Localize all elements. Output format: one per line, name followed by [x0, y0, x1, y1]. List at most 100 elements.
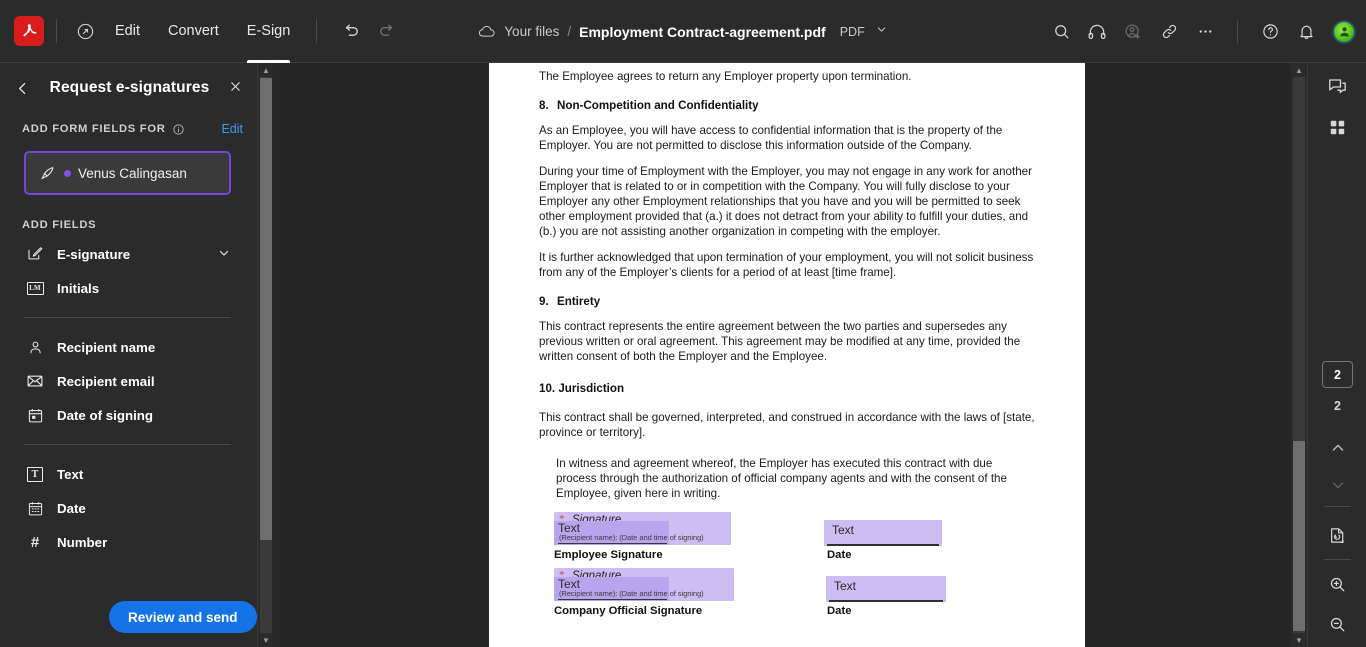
tab-edit-label: Edit	[115, 23, 140, 39]
person-icon	[26, 339, 44, 356]
field-item-recipient-email-label: Recipient email	[57, 373, 155, 389]
file-type-label: PDF	[839, 24, 865, 39]
form-field-date[interactable]: Text	[824, 519, 942, 546]
more-options-icon[interactable]	[1189, 16, 1221, 48]
toolbar-divider-3	[1237, 19, 1238, 44]
hash-icon: #	[30, 533, 40, 551]
form-field-date[interactable]: Text	[826, 575, 946, 602]
signature-caption: Employee Signature	[554, 548, 663, 561]
recipient-date-hint: (Recipient name): (Date and time of sign…	[559, 532, 704, 542]
request-esignatures-panel: Request e-signatures ADD FORM FIELDS FOR…	[0, 63, 258, 647]
field-item-text[interactable]: T Text	[0, 457, 257, 491]
panel-divider-1	[24, 317, 231, 318]
chevron-up-icon[interactable]	[1321, 431, 1354, 464]
tab-esign[interactable]: E-Sign	[233, 0, 305, 63]
pdf-page-content: The Employee agrees to return any Employ…	[489, 63, 1085, 624]
edit-recipients-link[interactable]: Edit	[221, 122, 243, 136]
pdf-page: The Employee agrees to return any Employ…	[489, 63, 1085, 647]
field-item-recipient-name[interactable]: Recipient name	[0, 330, 257, 364]
field-underline	[829, 600, 943, 602]
tab-convert[interactable]: Convert	[154, 0, 233, 63]
envelope-icon	[26, 372, 44, 390]
zoom-out-icon[interactable]	[1321, 608, 1354, 641]
chevron-down-icon[interactable]	[875, 23, 888, 41]
doc-heading-text: Entirety	[557, 295, 601, 309]
review-and-send-button[interactable]: Review and send	[109, 601, 257, 633]
chevron-down-icon[interactable]	[217, 246, 231, 263]
field-item-date[interactable]: Date	[0, 491, 257, 525]
comment-icon[interactable]	[1321, 70, 1354, 103]
toolbar-divider-2	[316, 19, 318, 43]
top-toolbar: Edit Convert E-Sign Your files / Employm…	[0, 0, 1366, 63]
recipient-selector[interactable]: Venus Calingasan	[24, 151, 231, 195]
apps-grid-icon[interactable]	[1321, 111, 1354, 144]
field-item-esignature[interactable]: E-signature	[0, 237, 257, 271]
info-icon[interactable]	[172, 123, 185, 136]
undo-icon[interactable]	[335, 15, 367, 47]
add-form-fields-label-text: ADD FORM FIELDS FOR	[22, 123, 166, 135]
chevron-down-icon[interactable]	[1321, 468, 1354, 501]
panel-divider-2	[24, 444, 231, 445]
doc-scrollbar-thumb[interactable]	[1293, 441, 1305, 631]
breadcrumb-your-files[interactable]: Your files	[504, 24, 559, 39]
add-person-icon[interactable]	[1117, 16, 1149, 48]
field-item-initials[interactable]: LM Initials	[0, 271, 257, 305]
doc-scroll-down-arrow-icon[interactable]: ▼	[1291, 633, 1307, 647]
tab-esign-label: E-Sign	[246, 23, 291, 39]
recipient-color-dot	[64, 169, 71, 177]
field-item-recipient-name-label: Recipient name	[57, 339, 156, 355]
chevron-left-icon[interactable]	[14, 80, 31, 97]
signature-icon	[26, 245, 44, 263]
redo-icon[interactable]	[371, 15, 403, 47]
help-icon[interactable]	[1254, 16, 1286, 48]
link-icon[interactable]	[1153, 16, 1185, 48]
form-field-date-label: Text	[834, 578, 857, 593]
doc-paragraph: The Employee agrees to return any Employ…	[539, 70, 912, 83]
cloud-icon	[478, 25, 496, 39]
calendar-icon	[26, 407, 44, 424]
doc-paragraph: During your time of Employment with the …	[539, 164, 1032, 239]
doc-paragraph: It is further acknowledged that upon ter…	[539, 250, 1034, 279]
bell-icon[interactable]	[1290, 16, 1322, 48]
right-tool-rail: 2 2	[1307, 63, 1366, 647]
signature-pen-icon	[38, 164, 57, 183]
field-item-date-of-signing[interactable]: Date of signing	[0, 398, 257, 432]
top-right-actions	[1045, 0, 1356, 63]
breadcrumb-filename[interactable]: Employment Contract-agreement.pdf	[579, 24, 826, 40]
zoom-in-icon[interactable]	[1321, 568, 1354, 601]
breadcrumb-separator: /	[567, 24, 572, 39]
field-item-number-label: Number	[57, 534, 108, 550]
left-scrollbar-thumb[interactable]	[260, 78, 272, 540]
document-viewport[interactable]: The Employee agrees to return any Employ…	[275, 63, 1307, 647]
scroll-down-arrow-icon[interactable]: ▼	[258, 633, 274, 647]
doc-heading-number: 10.	[539, 381, 556, 395]
field-underline	[827, 544, 939, 546]
field-underline	[558, 598, 667, 600]
field-item-number[interactable]: # Number	[0, 525, 257, 559]
recipient-date-hint: (Recipient name): (Date and time of sign…	[559, 588, 704, 598]
field-item-recipient-email[interactable]: Recipient email	[0, 364, 257, 398]
left-panel-scrollbar[interactable]: ▲ ▼	[258, 63, 274, 647]
avatar[interactable]	[1332, 19, 1356, 44]
document-scrollbar[interactable]: ▲ ▼	[1291, 63, 1307, 647]
tab-edit[interactable]: Edit	[101, 0, 154, 63]
pointer-select-icon[interactable]	[69, 15, 101, 47]
fit-page-icon[interactable]	[1321, 519, 1354, 552]
field-item-text-label: Text	[57, 466, 84, 482]
field-underline	[558, 542, 667, 544]
doc-heading: 10. Jurisdiction	[539, 381, 1035, 396]
doc-scroll-up-arrow-icon[interactable]: ▲	[1291, 63, 1307, 77]
doc-heading: 8. Non-Competition and Confidentiality	[539, 98, 1035, 113]
scroll-up-arrow-icon[interactable]: ▲	[258, 63, 274, 77]
page-number-input[interactable]: 2	[1322, 361, 1353, 388]
adobe-acrobat-logo[interactable]	[14, 16, 44, 46]
rail-divider-1	[1324, 506, 1351, 507]
add-form-fields-section-label: ADD FORM FIELDS FOR Edit	[0, 113, 257, 140]
recipient-name-label: Venus Calingasan	[78, 165, 187, 181]
search-icon[interactable]	[1045, 16, 1077, 48]
doc-heading-number: 8.	[539, 99, 549, 113]
close-icon[interactable]	[228, 79, 243, 97]
headphones-icon[interactable]	[1081, 16, 1113, 48]
rail-divider-2	[1324, 559, 1351, 560]
field-item-date-label: Date	[57, 500, 86, 516]
